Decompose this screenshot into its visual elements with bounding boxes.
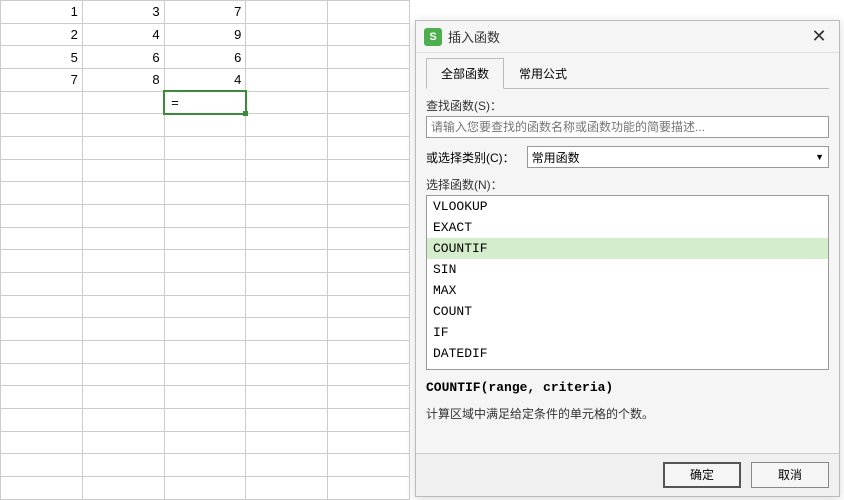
- cell[interactable]: 3: [82, 1, 164, 24]
- function-item-exact[interactable]: EXACT: [427, 217, 828, 238]
- table-row: 7 8 4: [1, 69, 410, 92]
- cell[interactable]: [246, 46, 328, 69]
- ok-button[interactable]: 确定: [663, 462, 741, 488]
- function-signature: COUNTIF(range, criteria): [426, 380, 829, 395]
- dialog-tabs: 全部函数 常用公式: [426, 57, 829, 89]
- cell[interactable]: 6: [82, 46, 164, 69]
- cell[interactable]: 4: [82, 23, 164, 46]
- cell[interactable]: [328, 23, 410, 46]
- chevron-down-icon: ▼: [815, 152, 824, 162]
- tab-all-functions[interactable]: 全部函数: [426, 58, 504, 89]
- close-icon[interactable]: ✕: [807, 26, 831, 47]
- function-description: 计算区域中满足给定条件的单元格的个数。: [426, 405, 829, 422]
- dialog-title: 插入函数: [448, 27, 807, 46]
- cell[interactable]: [328, 91, 410, 114]
- function-item-countif[interactable]: COUNTIF: [427, 238, 828, 259]
- cell[interactable]: [328, 1, 410, 24]
- function-item-if[interactable]: IF: [427, 322, 828, 343]
- dialog-footer: 确定 取消: [416, 453, 839, 496]
- cell[interactable]: [246, 91, 328, 114]
- category-select[interactable]: 常用函数 ▼: [527, 146, 829, 168]
- cell[interactable]: 7: [164, 1, 246, 24]
- search-label: 查找函数(S)：: [426, 97, 829, 114]
- table-row: =: [1, 91, 410, 114]
- cell[interactable]: [1, 91, 83, 114]
- table-row: 2 4 9: [1, 23, 410, 46]
- cell[interactable]: 5: [1, 46, 83, 69]
- tab-common-formulas[interactable]: 常用公式: [504, 58, 582, 89]
- category-label: 或选择类别(C)：: [426, 149, 515, 166]
- active-cell-formula[interactable]: =: [164, 91, 246, 114]
- function-item-sin[interactable]: SIN: [427, 259, 828, 280]
- function-item-vlookup[interactable]: VLOOKUP: [427, 196, 828, 217]
- function-listbox[interactable]: VLOOKUP EXACT COUNTIF SIN MAX COUNT IF D…: [426, 195, 829, 370]
- cell[interactable]: [328, 46, 410, 69]
- table-row: 1 3 7: [1, 1, 410, 24]
- cell[interactable]: [328, 69, 410, 92]
- cell[interactable]: 4: [164, 69, 246, 92]
- cell[interactable]: 7: [1, 69, 83, 92]
- cell[interactable]: [246, 23, 328, 46]
- cell[interactable]: 1: [1, 1, 83, 24]
- function-item-max[interactable]: MAX: [427, 280, 828, 301]
- table-row: 5 6 6: [1, 46, 410, 69]
- cell[interactable]: [246, 69, 328, 92]
- category-selected-value: 常用函数: [532, 149, 580, 166]
- cell[interactable]: 8: [82, 69, 164, 92]
- function-item-datedif[interactable]: DATEDIF: [427, 343, 828, 364]
- select-function-label: 选择函数(N)：: [426, 176, 829, 193]
- insert-function-dialog: S 插入函数 ✕ 全部函数 常用公式 查找函数(S)： 或选择类别(C)： 常用…: [415, 20, 840, 497]
- search-input[interactable]: [426, 116, 829, 138]
- spreadsheet-grid[interactable]: 1 3 7 2 4 9 5 6 6 7 8 4 =: [0, 0, 410, 500]
- dialog-titlebar[interactable]: S 插入函数 ✕: [416, 21, 839, 53]
- cell[interactable]: 6: [164, 46, 246, 69]
- cell[interactable]: [246, 1, 328, 24]
- cancel-button[interactable]: 取消: [751, 462, 829, 488]
- cell[interactable]: [82, 91, 164, 114]
- cell[interactable]: 2: [1, 23, 83, 46]
- cell[interactable]: 9: [164, 23, 246, 46]
- app-icon: S: [424, 28, 442, 46]
- function-item-count[interactable]: COUNT: [427, 301, 828, 322]
